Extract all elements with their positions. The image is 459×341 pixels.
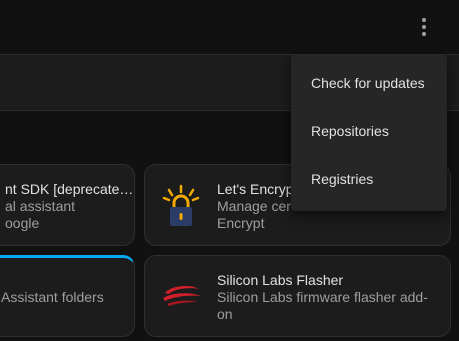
- menu-item-repositories[interactable]: Repositories: [291, 107, 447, 155]
- top-app-bar: [0, 0, 459, 55]
- addon-title: nt SDK [deprecate…: [5, 181, 134, 197]
- addon-title: Let's Encryp: [217, 181, 294, 197]
- overflow-menu: Check for updates Repositories Registrie…: [291, 55, 447, 211]
- silicon-labs-logo-icon: [161, 283, 203, 309]
- more-options-icon[interactable]: [407, 10, 441, 44]
- addon-title: Silicon Labs Flasher: [217, 272, 344, 288]
- addon-description-line: al assistant: [5, 198, 76, 214]
- addon-description-line: Manage cer: [217, 198, 291, 214]
- menu-item-check-for-updates[interactable]: Check for updates: [291, 59, 447, 107]
- addon-card[interactable]: nt SDK [deprecate… al assistant oogle: [0, 164, 135, 246]
- lets-encrypt-lock-icon: [161, 184, 201, 228]
- addon-description-line: on: [217, 306, 233, 322]
- addon-card[interactable]: Silicon Labs Flasher Silicon Labs firmwa…: [144, 255, 451, 337]
- addon-description-line: oogle: [5, 215, 40, 231]
- addon-description-line: Silicon Labs firmware flasher add-: [217, 289, 428, 305]
- menu-item-registries[interactable]: Registries: [291, 155, 447, 203]
- addon-description-line: Assistant folders: [1, 289, 104, 305]
- addon-description-line: Encrypt: [217, 215, 265, 231]
- addon-card[interactable]: Assistant folders: [0, 255, 135, 337]
